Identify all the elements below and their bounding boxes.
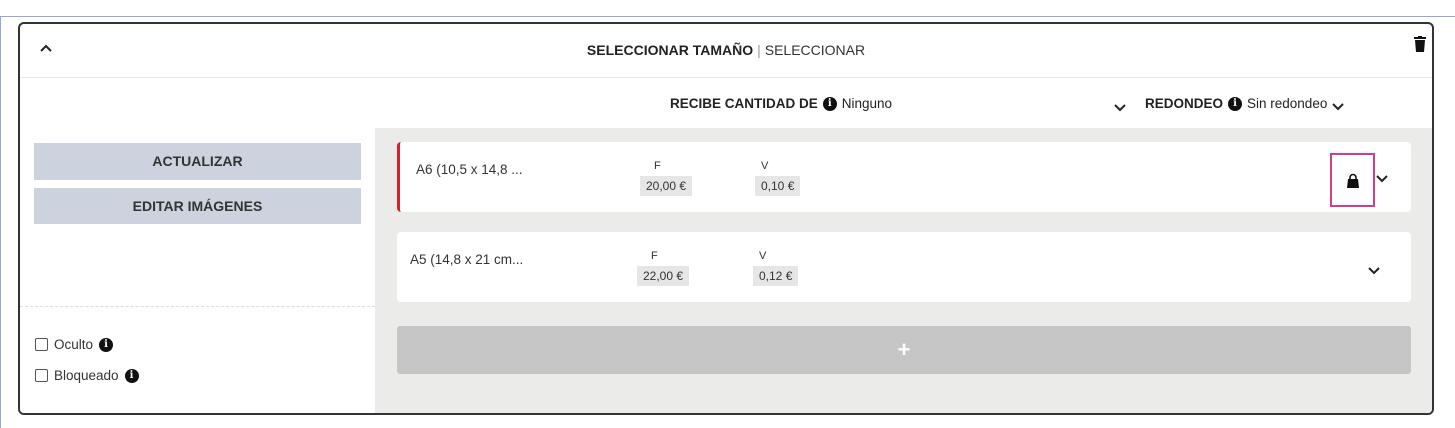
variable-price-label: V — [759, 250, 767, 262]
hidden-label: Oculto — [54, 337, 94, 352]
card-title: SELECCIONAR TAMAÑO | SELECCIONAR — [20, 42, 1432, 58]
variable-price: V 0,10 € — [755, 160, 801, 196]
locked-label: Bloqueado — [54, 368, 119, 383]
info-icon[interactable]: i — [124, 368, 139, 383]
recibe-dropdown-chevron-down-icon[interactable] — [1114, 99, 1126, 112]
lock-button[interactable] — [1330, 153, 1375, 207]
left-border-line — [0, 16, 1, 428]
variable-price: V 0,12 € — [753, 250, 799, 286]
title-select-size: SELECCIONAR TAMAÑO — [586, 42, 754, 58]
fixed-price: F 20,00 € — [640, 160, 693, 196]
info-icon[interactable]: i — [1228, 96, 1243, 111]
hidden-checkbox[interactable] — [35, 338, 48, 351]
fixed-price: F 22,00 € — [637, 250, 690, 286]
redondeo-label: REDONDEO — [1145, 96, 1224, 111]
title-separator: | — [757, 42, 761, 58]
redondeo-chevron-down-icon[interactable] — [1332, 99, 1345, 110]
lock-icon — [1347, 173, 1359, 188]
variable-price-value[interactable]: 0,10 € — [755, 176, 801, 196]
recibe-cantidad-value: Ninguno — [841, 96, 893, 111]
redondeo-group[interactable]: REDONDEO i Sin redondeo — [1145, 96, 1345, 111]
fixed-price-label: F — [651, 250, 658, 262]
fixed-price-value[interactable]: 20,00 € — [640, 176, 693, 196]
info-icon[interactable]: i — [99, 337, 114, 352]
sizes-list-panel: A6 (10,5 x 14,8 ... F 20,00 € V 0,10 € A… — [375, 128, 1432, 413]
size-name: A6 (10,5 x 14,8 ... — [416, 162, 523, 177]
card-header: SELECCIONAR TAMAÑO | SELECCIONAR — [20, 24, 1432, 78]
size-name: A5 (14,8 x 21 cm... — [410, 252, 524, 267]
title-select-link[interactable]: SELECCIONAR — [765, 42, 865, 58]
recibe-cantidad-group[interactable]: RECIBE CANTIDAD DE i Ninguno — [670, 96, 892, 111]
update-button[interactable]: ACTUALIZAR — [34, 143, 361, 180]
left-actions-panel: ACTUALIZAR EDITAR IMÁGENES Oculto i Bloq… — [20, 128, 375, 413]
size-selector-card: SELECCIONAR TAMAÑO | SELECCIONAR RECIBE CA… — [18, 22, 1434, 415]
fixed-price-label: F — [654, 160, 661, 172]
info-icon[interactable]: i — [822, 96, 837, 111]
redondeo-value: Sin redondeo — [1247, 96, 1328, 111]
quantity-settings-bar: RECIBE CANTIDAD DE i Ninguno REDONDEO i … — [20, 78, 1432, 128]
expand-chevron-down-icon[interactable] — [1368, 262, 1382, 275]
locked-checkbox[interactable] — [35, 369, 48, 382]
top-border-line — [0, 16, 1455, 17]
locked-option: Bloqueado i — [35, 368, 139, 383]
variable-price-label: V — [761, 160, 769, 172]
add-size-button[interactable]: + — [397, 326, 1411, 374]
divider — [20, 306, 375, 307]
size-row[interactable]: A5 (14,8 x 21 cm... F 22,00 € V 0,12 € — [397, 232, 1411, 302]
variable-price-value[interactable]: 0,12 € — [753, 266, 799, 286]
fixed-price-value[interactable]: 22,00 € — [637, 266, 690, 286]
trash-icon[interactable] — [1414, 36, 1426, 52]
size-row[interactable]: A6 (10,5 x 14,8 ... F 20,00 € V 0,10 € — [397, 142, 1411, 212]
hidden-option: Oculto i — [35, 337, 114, 352]
edit-images-button[interactable]: EDITAR IMÁGENES — [34, 188, 361, 224]
expand-chevron-down-icon[interactable] — [1376, 170, 1390, 183]
recibe-cantidad-label: RECIBE CANTIDAD DE — [670, 96, 818, 111]
